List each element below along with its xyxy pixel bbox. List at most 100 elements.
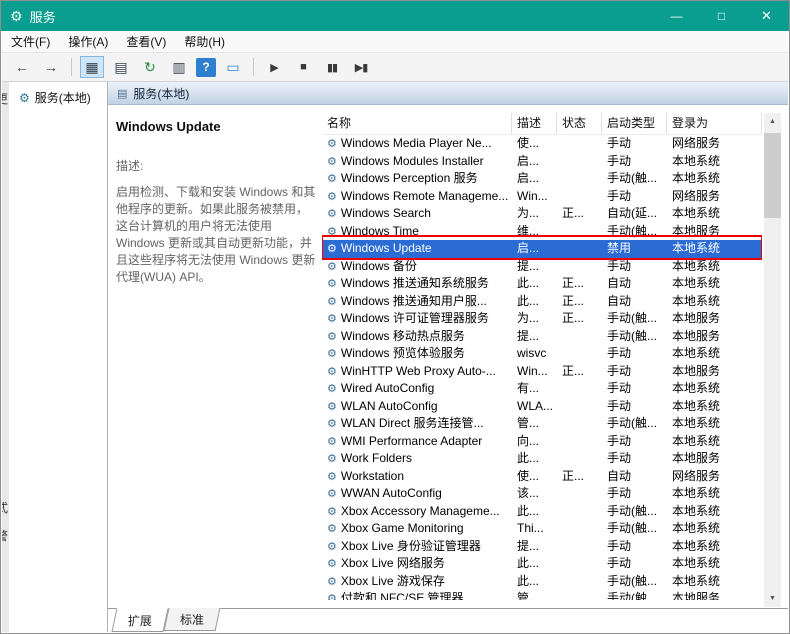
service-logon-cell: 本地系统 xyxy=(667,433,762,451)
service-name: WLAN Direct 服务连接管... xyxy=(341,416,484,430)
help-icon[interactable]: ? xyxy=(196,58,216,77)
table-row[interactable]: ⚙Windows 预览体验服务 wisvc 手动 本地系统 xyxy=(322,345,762,363)
service-status-cell xyxy=(557,433,602,451)
export-list-icon[interactable]: ▥ xyxy=(167,56,191,78)
service-logon-cell: 本地系统 xyxy=(667,398,762,416)
background-text-fragment: 更 xyxy=(2,90,8,107)
service-startup-cell: 手动 xyxy=(602,135,667,153)
menubar: 文件(F) 操作(A) 查看(V) 帮助(H) xyxy=(2,31,788,53)
service-name: Xbox Accessory Manageme... xyxy=(341,504,500,518)
view-icon[interactable]: ▭ xyxy=(221,56,245,78)
tree-item-services-local[interactable]: ⚙ 服务(本地) xyxy=(19,89,107,106)
back-icon[interactable]: ← xyxy=(10,56,34,78)
gear-icon: ⚙ xyxy=(327,313,337,325)
table-row[interactable]: ⚙Windows 许可证管理器服务 为... 正... 手动(触... 本地服务 xyxy=(322,310,762,328)
toolbar: ←→ ▦▤↻▥? ▭ ▶■▮▮▶▮ xyxy=(2,53,788,82)
service-logon-cell: 本地服务 xyxy=(667,450,762,468)
table-row[interactable]: ⚙Windows Perception 服务 启... 手动(触... 本地系统 xyxy=(322,170,762,188)
gear-icon: ⚙ xyxy=(327,156,337,168)
start-service-icon[interactable]: ▶ xyxy=(262,56,286,78)
service-name: Windows 移动热点服务 xyxy=(341,329,465,343)
service-startup-cell: 手动 xyxy=(602,153,667,171)
service-desc-cell: 启... xyxy=(512,153,557,171)
table-row[interactable]: ⚙Windows Time 维... 手动(触... 本地服务 xyxy=(322,223,762,241)
service-logon-cell: 本地系统 xyxy=(667,573,762,591)
column-header-status[interactable]: 状态 xyxy=(557,113,602,134)
gear-icon: ⚙ xyxy=(327,401,337,413)
service-desc-cell: 为... xyxy=(512,310,557,328)
scrollbar-thumb[interactable] xyxy=(764,133,781,218)
stop-service-icon[interactable]: ■ xyxy=(291,56,315,78)
service-logon-cell: 网络服务 xyxy=(667,468,762,486)
gear-icon: ⚙ xyxy=(327,453,337,465)
service-desc-cell: 此... xyxy=(512,573,557,591)
column-header-logon-as[interactable]: 登录为 xyxy=(667,113,762,134)
service-status-cell xyxy=(557,398,602,416)
table-row[interactable]: ⚙Xbox Accessory Manageme... 此... 手动(触...… xyxy=(322,503,762,521)
table-row[interactable]: ⚙WLAN AutoConfig WLA... 手动 本地系统 xyxy=(322,398,762,416)
table-row[interactable]: ⚙WLAN Direct 服务连接管... 管... 手动(触... 本地系统 xyxy=(322,415,762,433)
maximize-button[interactable]: □ xyxy=(699,1,744,31)
menu-view[interactable]: 查看(V) xyxy=(117,30,175,53)
table-row[interactable]: ⚙Wired AutoConfig 有... 手动 本地系统 xyxy=(322,380,762,398)
forward-icon[interactable]: → xyxy=(39,56,63,78)
column-header-name[interactable]: 名称 xyxy=(322,113,512,134)
service-name: Windows Perception 服务 xyxy=(341,171,478,185)
service-name: Wired AutoConfig xyxy=(341,381,434,395)
service-startup-cell: 手动 xyxy=(602,433,667,451)
table-row[interactable]: ⚙付款和 NFC/SE 管理器 管... 手动(触... 本地服务 xyxy=(322,590,762,600)
service-startup-cell: 手动(触... xyxy=(602,310,667,328)
minimize-button[interactable]: — xyxy=(654,1,699,31)
refresh-icon[interactable]: ↻ xyxy=(138,56,162,78)
tree-item-label: 服务(本地) xyxy=(35,89,91,106)
service-logon-cell: 本地系统 xyxy=(667,345,762,363)
table-row[interactable]: ⚙Windows 推送通知用户服... 此... 正... 自动 本地系统 xyxy=(322,293,762,311)
restart-service-icon[interactable]: ▶▮ xyxy=(349,56,373,78)
show-console-tree-icon[interactable]: ▦ xyxy=(80,56,104,78)
service-desc-cell: 提... xyxy=(512,258,557,276)
service-status-cell xyxy=(557,170,602,188)
table-row[interactable]: ⚙Windows Modules Installer 启... 手动 本地系统 xyxy=(322,153,762,171)
table-row[interactable]: ⚙Windows 推送通知系统服务 此... 正... 自动 本地系统 xyxy=(322,275,762,293)
service-logon-cell: 本地系统 xyxy=(667,240,762,258)
background-text-fragment: 警 xyxy=(2,527,8,544)
properties-icon[interactable]: ▤ xyxy=(109,56,133,78)
service-desc-cell: 管... xyxy=(512,590,557,600)
table-row[interactable]: ⚙Xbox Game Monitoring Thi... 手动(触... 本地系… xyxy=(322,520,762,538)
table-row[interactable]: ⚙Windows Update 启... 禁用 本地系统 xyxy=(322,240,762,258)
table-row[interactable]: ⚙Windows 移动热点服务 提... 手动(触... 本地服务 xyxy=(322,328,762,346)
table-row[interactable]: ⚙Work Folders 此... 手动 本地服务 xyxy=(322,450,762,468)
services-window: ⚙ 服务 — □ ✕ 文件(F) 操作(A) 查看(V) 帮助(H) ←→▦▤↻… xyxy=(0,0,790,634)
table-row[interactable]: ⚙Windows Media Player Ne... 使... 手动 网络服务 xyxy=(322,135,762,153)
menu-action[interactable]: 操作(A) xyxy=(59,30,117,53)
scroll-down-icon[interactable]: ▼ xyxy=(764,590,781,607)
scroll-up-icon[interactable]: ▲ xyxy=(764,113,781,130)
table-row[interactable]: ⚙Xbox Live 网络服务 此... 手动 本地系统 xyxy=(322,555,762,573)
service-name: Windows Media Player Ne... xyxy=(341,136,492,150)
menu-help[interactable]: 帮助(H) xyxy=(175,30,234,53)
table-row[interactable]: ⚙Workstation 使... 正... 自动 网络服务 xyxy=(322,468,762,486)
column-header-description[interactable]: 描述 xyxy=(512,113,557,134)
service-status-cell xyxy=(557,328,602,346)
table-row[interactable]: ⚙WMI Performance Adapter 向... 手动 本地系统 xyxy=(322,433,762,451)
table-row[interactable]: ⚙Xbox Live 游戏保存 此... 手动(触... 本地系统 xyxy=(322,573,762,591)
service-startup-cell: 手动(触... xyxy=(602,328,667,346)
table-rows: ⚙Windows Media Player Ne... 使... 手动 网络服务… xyxy=(322,135,762,600)
menu-file[interactable]: 文件(F) xyxy=(2,30,59,53)
service-desc-cell: WLA... xyxy=(512,398,557,416)
tab-extended[interactable]: 扩展 xyxy=(111,608,168,632)
table-row[interactable]: ⚙Windows 备份 提... 手动 本地系统 xyxy=(322,258,762,276)
table-row[interactable]: ⚙Windows Remote Manageme... Win... 手动 网络… xyxy=(322,188,762,206)
table-row[interactable]: ⚙Xbox Live 身份验证管理器 提... 手动 本地系统 xyxy=(322,538,762,556)
pause-service-icon[interactable]: ▮▮ xyxy=(320,56,344,78)
vertical-scrollbar[interactable]: ▲ ▼ xyxy=(764,113,781,607)
service-name: Work Folders xyxy=(341,451,412,465)
close-button[interactable]: ✕ xyxy=(744,1,789,31)
table-row[interactable]: ⚙WWAN AutoConfig 该... 手动 本地系统 xyxy=(322,485,762,503)
table-row[interactable]: ⚙Windows Search 为... 正... 自动(延... 本地系统 xyxy=(322,205,762,223)
column-header-startup-type[interactable]: 启动类型 xyxy=(602,113,667,134)
table-row[interactable]: ⚙WinHTTP Web Proxy Auto-... Win... 正... … xyxy=(322,363,762,381)
service-startup-cell: 手动(触... xyxy=(602,590,667,600)
main-area: 更 式 警 ⚙ 服务(本地) ▤ 服务(本地) Windows Update 描… xyxy=(2,82,788,632)
tab-standard[interactable]: 标准 xyxy=(164,608,221,631)
